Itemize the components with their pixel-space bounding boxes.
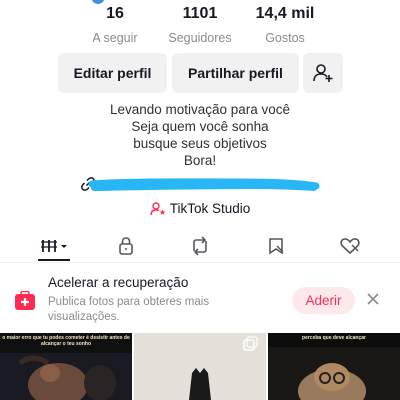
followers-label: Seguidores [168, 31, 232, 45]
following-count: 16 [106, 5, 124, 22]
tab-liked[interactable] [320, 229, 380, 262]
banner-title: Acelerar a recuperação [48, 275, 189, 290]
video-thumbnail[interactable]: o maior erro que tu podes cometer é desi… [0, 333, 132, 400]
redaction-scribble [88, 178, 320, 191]
stat-followers[interactable]: 1101 Seguidores [155, 0, 245, 45]
video-grid: o maior erro que tu podes cometer é desi… [0, 333, 400, 400]
tab-private[interactable] [96, 229, 156, 262]
likes-label: Gostos [265, 31, 305, 45]
promo-banner: Acelerar a recuperação Publica fotos par… [0, 262, 400, 333]
studio-user-icon [150, 201, 166, 215]
lock-icon [119, 236, 133, 255]
followers-count: 1101 [182, 5, 218, 22]
bio-line: Bora! [183, 153, 217, 168]
studio-label: TikTok Studio [169, 201, 251, 216]
videos-grid-icon [41, 239, 67, 252]
repost-icon [193, 235, 207, 256]
add-friend-button[interactable] [303, 53, 343, 93]
profile-bio: Levando motivação para você Seja quem vo… [0, 101, 400, 169]
share-profile-button[interactable]: Partilhar perfil [172, 53, 299, 93]
join-button[interactable]: Aderir [292, 287, 355, 314]
thumbnail-art [0, 353, 132, 400]
stat-following[interactable]: 16 A seguir [70, 0, 160, 45]
video-thumbnail[interactable]: perceba que deve alcançar [268, 333, 400, 400]
tab-saved[interactable] [246, 229, 306, 262]
likes-count: 14,4 mil [255, 5, 315, 22]
bio-line: busque seus objetivos [133, 136, 267, 151]
first-aid-icon [15, 291, 35, 310]
bio-line: Levando motivação para você [109, 102, 291, 117]
bio-link[interactable]: /linktr.ee/ideal/ [80, 175, 340, 195]
tiktok-studio-link[interactable]: TikTok Studio [0, 201, 400, 219]
profile-tabs [0, 229, 400, 262]
add-user-icon [313, 64, 333, 82]
tab-videos[interactable] [24, 229, 84, 262]
banner-description: Publica fotos para obteres mais visualiz… [48, 296, 210, 323]
video-thumbnail[interactable] [134, 333, 266, 400]
stat-likes[interactable]: 14,4 mil Gostos [240, 0, 330, 45]
profile-stats: 16 A seguir 1101 Seguidores 14,4 mil Gos… [0, 0, 400, 48]
close-icon[interactable] [366, 292, 380, 306]
saved-icon [269, 237, 284, 254]
thumbnail-art [134, 333, 266, 400]
thumbnail-art [268, 347, 400, 400]
edit-profile-button[interactable]: Editar perfil [58, 53, 167, 93]
bio-line: Seja quem você sonha [131, 119, 269, 134]
profile-actions: Editar perfil Partilhar perfil [0, 53, 400, 93]
following-label: A seguir [92, 31, 138, 45]
tab-reposts[interactable] [170, 229, 230, 262]
active-tab-indicator [38, 259, 70, 261]
liked-icon [340, 237, 360, 254]
